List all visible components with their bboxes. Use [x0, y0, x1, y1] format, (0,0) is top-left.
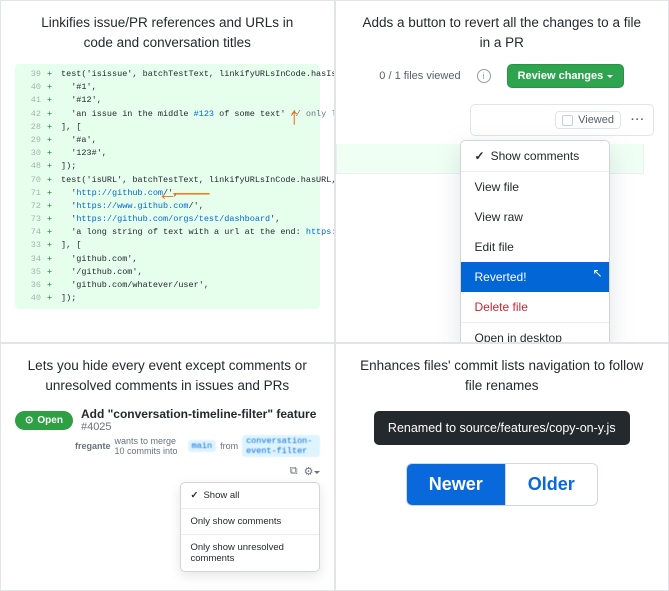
head-branch[interactable]: conversation-event-filter — [242, 435, 319, 457]
diff-line: 35+ '/github.com', — [19, 266, 316, 279]
menu-edit-file[interactable]: Edit file — [461, 232, 609, 262]
menu-open-desktop[interactable]: Open in desktop — [461, 322, 609, 343]
filter-only-unresolved[interactable]: Only show unresolved comments — [181, 535, 319, 571]
feature-description: Enhances files' commit lists navigation … — [350, 354, 655, 407]
diff-line: 28+], [ — [19, 121, 316, 134]
file-context-menu: Show comments View file View raw Edit fi… — [460, 140, 610, 343]
diff-line: 48+]); — [19, 160, 316, 173]
pager-newer-button[interactable]: Newer — [407, 464, 505, 505]
annotation-arrow-left: ←─── — [161, 180, 209, 211]
diff-line: 34+ 'github.com', — [19, 253, 316, 266]
pr-title: Add "conversation-timeline-filter" featu… — [81, 407, 316, 421]
diff-line: 42+ 'an issue in the middle #123 of some… — [19, 108, 316, 121]
menu-view-raw[interactable]: View raw — [461, 202, 609, 232]
feature-card-timeline-filter: Lets you hide every event except comment… — [0, 343, 335, 591]
pr-meta: fregante wants to merge 10 commits into … — [75, 435, 320, 457]
feature-card-rename-nav: Enhances files' commit lists navigation … — [335, 343, 669, 591]
diff-line: 39+test('isissue', batchTestText, linkif… — [19, 68, 316, 81]
filter-only-comments[interactable]: Only show comments — [181, 509, 319, 535]
filter-show-all[interactable]: Show all — [181, 483, 319, 509]
file-header-bar: Viewed ··· — [470, 104, 655, 136]
diff-line: 29+ '#a', — [19, 134, 316, 147]
commit-pager: Newer Older — [406, 463, 598, 506]
kebab-menu-icon[interactable]: ··· — [631, 114, 645, 126]
pr-number: #4025 — [81, 421, 112, 433]
code-diff-preview: ↑ ←─── 39+test('isissue', batchTestText,… — [15, 64, 320, 309]
feature-card-linkify: Linkifies issue/PR references and URLs i… — [0, 0, 335, 343]
annotation-arrow-up: ↑ — [287, 100, 301, 137]
pager-older-button[interactable]: Older — [505, 464, 597, 505]
feature-description: Adds a button to revert all the changes … — [350, 11, 655, 64]
menu-show-comments[interactable]: Show comments — [461, 141, 609, 172]
diff-line: 33+], [ — [19, 239, 316, 252]
pr-status-badge: ⊙ Open — [15, 411, 73, 430]
timeline-filter-menu: Show all Only show comments Only show un… — [180, 482, 320, 572]
copy-icon[interactable]: ⧉ — [290, 465, 298, 478]
diff-line: 73+ 'https://github.com/orgs/test/dashbo… — [19, 213, 316, 226]
gear-icon[interactable]: ⚙ — [304, 465, 320, 478]
files-viewed-counter: 0 / 1 files viewed — [379, 70, 460, 82]
rename-tooltip: Renamed to source/features/copy-on-y.js — [374, 411, 630, 445]
menu-delete-file[interactable]: Delete file — [461, 292, 609, 322]
diff-line: 41+ '#12', — [19, 94, 316, 107]
menu-revert-changes[interactable]: Reverted!↖ — [461, 262, 609, 292]
feature-card-revert: Adds a button to revert all the changes … — [335, 0, 669, 343]
cursor-icon: ↖ — [592, 266, 602, 280]
viewed-toggle[interactable]: Viewed — [555, 111, 621, 129]
diff-line: 74+ 'a long string of text with a url at… — [19, 226, 316, 239]
info-icon[interactable]: i — [477, 69, 491, 83]
feature-description: Linkifies issue/PR references and URLs i… — [15, 11, 320, 64]
base-branch[interactable]: main — [188, 440, 216, 452]
menu-view-file[interactable]: View file — [461, 172, 609, 202]
review-changes-button[interactable]: Review changes — [507, 64, 625, 88]
diff-line: 40+ '#1', — [19, 81, 316, 94]
diff-line: 36+ 'github.com/whatever/user', — [19, 279, 316, 292]
feature-description: Lets you hide every event except comment… — [15, 354, 320, 407]
diff-line: 30+ '123#', — [19, 147, 316, 160]
diff-line: 40+]); — [19, 292, 316, 305]
checkbox-icon — [562, 115, 573, 126]
